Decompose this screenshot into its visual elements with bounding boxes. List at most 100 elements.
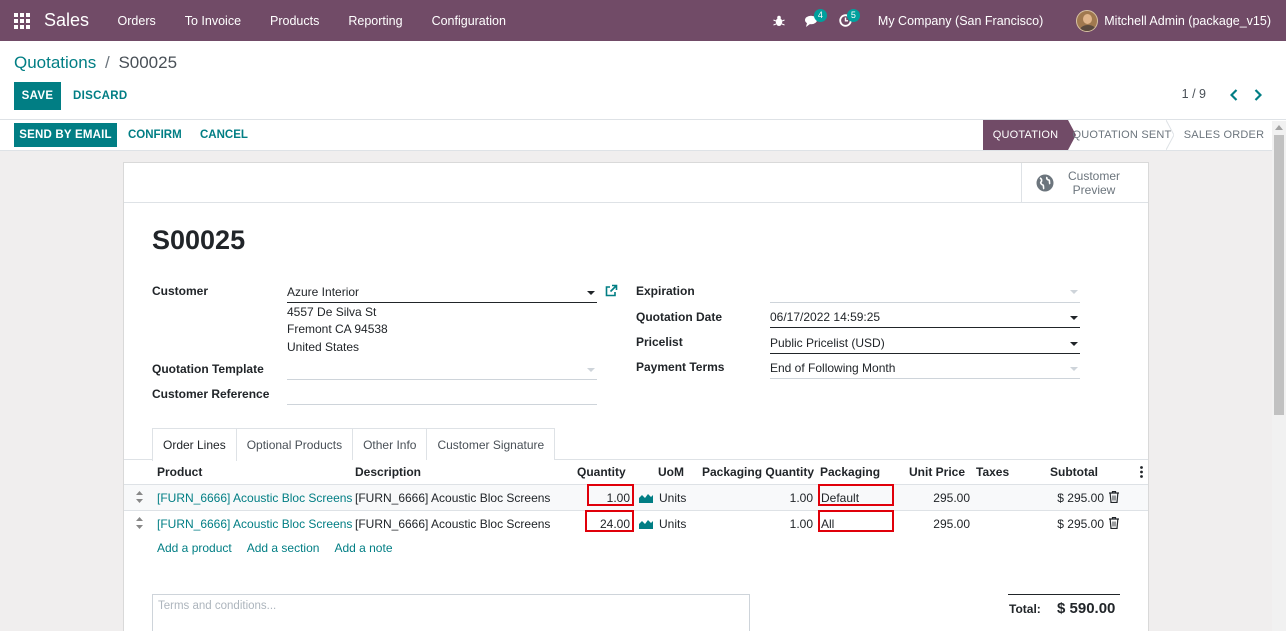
external-link-icon[interactable] [604,284,618,298]
customer-preview-button[interactable]: Customer Preview [1021,163,1148,202]
payment-terms-caret-icon[interactable] [1070,367,1078,371]
row-quantity[interactable]: 1.00 [590,491,630,505]
breadcrumb-current: S00025 [118,53,178,72]
menu-orders[interactable]: Orders [103,14,170,28]
scroll-up-arrow-icon[interactable] [1275,125,1283,130]
tab-order-lines[interactable]: Order Lines [152,428,237,461]
pricelist-field-underline [770,353,1080,354]
row-description[interactable]: [FURN_6666] Acoustic Bloc Screens [355,517,550,531]
debug-bug-icon[interactable] [763,0,796,41]
quotation-date-field[interactable]: 06/17/2022 14:59:25 [770,310,880,324]
delete-trash-icon[interactable] [1109,491,1119,503]
menu-configuration[interactable]: Configuration [417,14,520,28]
order-lines-header: Product Description Quantity UoM Packagi… [124,460,1148,484]
add-note-link[interactable]: Add a note [334,541,392,555]
drag-handle-icon[interactable] [136,491,143,503]
pricelist-caret-icon[interactable] [1070,342,1078,346]
tab-customer-signature[interactable]: Customer Signature [426,428,556,460]
activity-clock-icon[interactable]: 5 [829,0,862,41]
date-caret-icon[interactable] [1070,316,1078,320]
total-divider [1008,594,1120,595]
pricelist-label: Pricelist [636,335,683,349]
col-description[interactable]: Description [355,465,421,479]
forecast-chart-icon[interactable] [639,518,653,529]
row-quantity[interactable]: 24.00 [590,517,630,531]
scroll-thumb[interactable] [1274,135,1284,415]
payment-terms-underline [770,378,1080,379]
app-name[interactable]: Sales [44,10,89,31]
row-packaging[interactable]: All [821,517,834,531]
customer-preview-line1: Customer [1067,168,1120,183]
terms-and-conditions-input[interactable]: Terms and conditions... [152,594,750,631]
user-avatar[interactable] [1076,9,1099,32]
col-unit-price[interactable]: Unit Price [909,465,965,479]
col-quantity[interactable]: Quantity [577,465,626,479]
row-product[interactable]: [FURN_6666] Acoustic Bloc Screens [157,517,352,531]
menu-products[interactable]: Products [256,14,334,28]
menu-reporting[interactable]: Reporting [334,14,417,28]
expiration-caret-icon[interactable] [1070,290,1078,294]
payment-terms-field[interactable]: End of Following Month [770,361,895,375]
address-street: 4557 De Silva St [287,305,377,319]
col-uom[interactable]: UoM [658,465,684,479]
col-product[interactable]: Product [157,465,202,479]
globe-icon [1036,174,1054,191]
col-subtotal[interactable]: Subtotal [1050,465,1098,479]
row-packaging[interactable]: Default [821,491,859,505]
discard-button[interactable]: DISCARD [67,82,134,110]
page-scrollbar[interactable] [1272,121,1286,631]
row-product[interactable]: [FURN_6666] Acoustic Bloc Screens [157,491,352,505]
customer-field-underline [287,302,597,303]
quotation-template-label: Quotation Template [152,362,264,376]
col-packaging[interactable]: Packaging [820,465,880,479]
row-description[interactable]: [FURN_6666] Acoustic Bloc Screens [355,491,550,505]
add-line-links: Add a product Add a section Add a note [157,541,408,555]
delete-trash-icon[interactable] [1109,517,1119,529]
total-amount: $ 590.00 [1057,600,1116,617]
row-packaging-quantity[interactable]: 1.00 [764,491,813,505]
stage-quotation-sent[interactable]: QUOTATION SENT [1070,120,1174,150]
reference-field-underline [287,404,597,405]
pager-next-icon[interactable] [1251,87,1265,103]
row-packaging-quantity[interactable]: 1.00 [764,517,813,531]
customer-preview-line2: Preview [1072,182,1116,197]
terms-placeholder: Terms and conditions... [158,600,277,612]
drag-handle-icon[interactable] [136,517,143,529]
confirm-button[interactable]: CONFIRM [122,123,188,147]
date-field-underline [770,327,1080,328]
table-row[interactable]: [FURN_6666] Acoustic Bloc Screens [FURN_… [124,484,1148,510]
app-menu-grid-icon[interactable] [0,0,44,41]
row-subtotal: $ 295.00 [1057,517,1104,531]
row-uom[interactable]: Units [659,517,686,531]
chat-messages-icon[interactable]: 4 [796,0,829,41]
pager-previous-icon[interactable] [1227,87,1241,103]
col-packaging-quantity[interactable]: Packaging Quantity [702,465,814,479]
stage-quotation[interactable]: QUOTATION [983,120,1076,150]
company-switcher[interactable]: My Company (San Francisco) [878,14,1043,28]
tab-other-info[interactable]: Other Info [352,428,428,460]
top-navbar: Sales Orders To Invoice Products Reporti… [0,0,1286,41]
template-dropdown-caret-icon[interactable] [587,368,595,372]
customer-preview-label: Customer Preview [1064,169,1124,197]
row-uom[interactable]: Units [659,491,686,505]
save-button[interactable]: SAVE [14,82,61,110]
tab-optional-products[interactable]: Optional Products [235,428,354,460]
customer-dropdown-caret-icon[interactable] [587,291,595,295]
col-taxes[interactable]: Taxes [976,465,1009,479]
send-by-email-button[interactable]: SEND BY EMAIL [14,123,117,147]
customer-field[interactable]: Azure Interior [287,285,359,299]
menu-to-invoice[interactable]: To Invoice [170,14,255,28]
stage-sales-order[interactable]: SALES ORDER [1176,120,1272,150]
pricelist-field[interactable]: Public Pricelist (USD) [770,336,885,350]
row-unit-price[interactable]: 295.00 [914,491,970,505]
breadcrumb-quotations[interactable]: Quotations [14,53,96,72]
add-product-link[interactable]: Add a product [157,541,232,555]
table-row[interactable]: [FURN_6666] Acoustic Bloc Screens [FURN_… [124,510,1148,536]
pager-value[interactable]: 1 / 9 [1182,87,1206,101]
forecast-chart-icon[interactable] [639,492,653,503]
row-unit-price[interactable]: 295.00 [914,517,970,531]
optional-columns-kebab-icon[interactable] [1140,466,1143,478]
user-menu[interactable]: Mitchell Admin (package_v15) [1104,14,1271,28]
cancel-button[interactable]: CANCEL [194,123,254,147]
add-section-link[interactable]: Add a section [247,541,320,555]
